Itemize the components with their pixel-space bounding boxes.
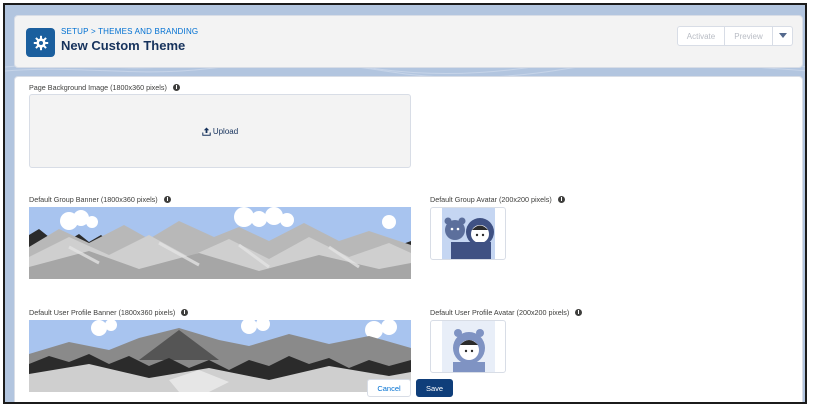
- info-icon[interactable]: [181, 309, 189, 316]
- breadcrumb[interactable]: SETUP > THEMES AND BRANDING: [61, 27, 198, 36]
- user-avatar-image: [442, 321, 495, 372]
- user-avatar-label: Default User Profile Avatar (200x200 pix…: [430, 308, 583, 317]
- gear-icon: [26, 28, 55, 57]
- cancel-button[interactable]: Cancel: [367, 379, 411, 397]
- theme-form: Page Background Image (1800x360 pixels) …: [14, 76, 803, 402]
- group-banner-label: Default Group Banner (1800x360 pixels): [29, 195, 171, 204]
- page-title: New Custom Theme: [61, 38, 186, 53]
- mountain-banner-image: [29, 207, 411, 279]
- group-banner-image[interactable]: [29, 207, 411, 279]
- more-actions-button[interactable]: [773, 26, 793, 46]
- group-avatar-image: [442, 208, 495, 259]
- preview-button[interactable]: Preview: [725, 26, 773, 46]
- upload-button[interactable]: Upload: [202, 127, 238, 136]
- save-button[interactable]: Save: [416, 379, 453, 397]
- user-banner-image[interactable]: [29, 320, 411, 392]
- info-icon[interactable]: [557, 196, 565, 203]
- page-header: SETUP > THEMES AND BRANDING New Custom T…: [14, 15, 803, 68]
- info-icon[interactable]: [172, 84, 180, 91]
- group-avatar-box[interactable]: [430, 207, 506, 260]
- info-icon[interactable]: [163, 196, 171, 203]
- activate-button[interactable]: Activate: [677, 26, 725, 46]
- page-background-label: Page Background Image (1800x360 pixels): [29, 83, 180, 92]
- page-background-upload[interactable]: Upload: [29, 94, 411, 168]
- mountain-banner-image: [29, 320, 411, 392]
- user-banner-label: Default User Profile Banner (1800x360 pi…: [29, 308, 189, 317]
- upload-icon: [202, 127, 211, 136]
- user-avatar-box[interactable]: [430, 320, 506, 373]
- header-button-group: Activate Preview: [677, 26, 793, 46]
- group-avatar-label: Default Group Avatar (200x200 pixels): [430, 195, 565, 204]
- app-window: SETUP > THEMES AND BRANDING New Custom T…: [3, 3, 807, 404]
- chevron-down-icon: [778, 33, 787, 38]
- info-icon[interactable]: [575, 309, 583, 316]
